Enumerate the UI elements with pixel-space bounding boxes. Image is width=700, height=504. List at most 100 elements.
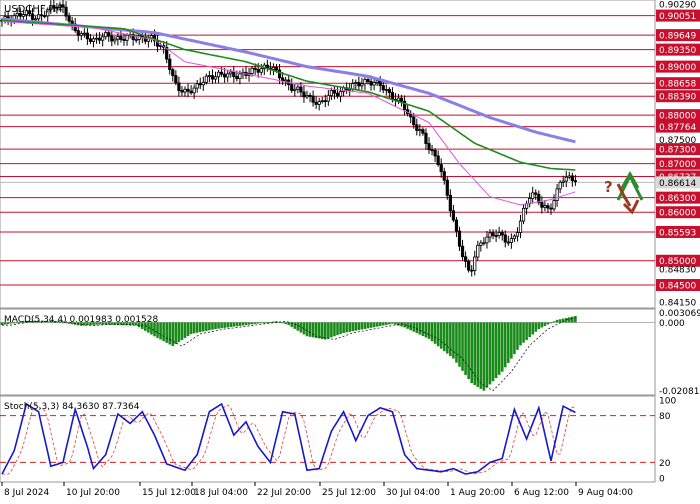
candle-body [494, 235, 498, 237]
macd-bar [555, 319, 559, 323]
macd-bar [571, 316, 574, 323]
candle-body [177, 82, 181, 91]
price-tick-label: 0.88000 [659, 112, 696, 122]
macd-bar [540, 322, 544, 328]
macd-bar [433, 322, 437, 344]
x-tick-label: 25 Jul 12:00 [322, 488, 376, 498]
candle-body [436, 155, 440, 165]
macd-bar [516, 322, 519, 350]
macd-bar [375, 322, 379, 327]
candle-body [543, 205, 547, 208]
macd-bar [351, 322, 355, 332]
macd-bar [491, 322, 495, 382]
candle-body [509, 238, 513, 243]
macd-bar [311, 322, 315, 338]
stoch-label: Stoch(5,3,3) 84.3630 87.7364 [4, 402, 140, 412]
chart-svg: 0.902900.90051 0.89649 0.89350 0.89000 0.886… [0, 0, 700, 498]
candle-body [186, 88, 190, 92]
candle-body [235, 76, 239, 79]
price-tick-label: 0.90051 [659, 12, 696, 22]
question-mark: ? [604, 178, 613, 196]
macd-bar [467, 322, 470, 380]
candle-body [363, 78, 367, 85]
candle-body [445, 179, 449, 196]
macd-bar [494, 322, 498, 379]
candle-body [540, 202, 544, 208]
macd-bar [220, 322, 223, 329]
macd-bar [177, 322, 181, 343]
candle-body [216, 71, 221, 78]
candle-body [238, 73, 242, 79]
macd-bar [552, 321, 556, 323]
candle-body [433, 150, 437, 157]
price-tick-label: 0.87764 [659, 123, 696, 133]
macd-bar [226, 322, 229, 328]
candle-body [213, 76, 218, 80]
macd-bar [235, 322, 239, 327]
macd-bar [263, 322, 266, 324]
candle-body [360, 83, 364, 87]
chart-root: 0.90290 0.90051 0.89649 0.89350 0.89000 0.886… [0, 0, 700, 500]
macd-bar [232, 322, 236, 327]
candle-body [387, 89, 391, 93]
macd-bar [345, 322, 348, 333]
macd-bar [452, 322, 455, 359]
price-tick-label: 0.89000 [659, 63, 696, 73]
macd-bar [317, 322, 321, 339]
macd-bar [400, 322, 403, 327]
macd-bar [253, 322, 257, 324]
candle-body [491, 232, 495, 236]
candle-body [134, 39, 138, 41]
macd-bar [314, 322, 318, 338]
candle-body [250, 67, 254, 74]
macd-bar [281, 322, 284, 324]
candle-body [299, 86, 303, 93]
macd-bar [564, 317, 568, 323]
macd-bar [174, 322, 178, 345]
candle-body [158, 45, 163, 47]
x-tick-label: 30 Jul 04:00 [386, 488, 440, 498]
candle-body [369, 81, 373, 86]
candle-body [119, 36, 123, 40]
macd-bar [159, 322, 162, 340]
price-tick-label: 0.90290 [659, 1, 696, 11]
macd-bar [247, 322, 251, 325]
x-tick-label: 1 Aug 20:00 [450, 488, 505, 498]
x-tick-label: 8 Jul 2024 [4, 488, 49, 498]
candle-body [70, 20, 74, 25]
x-tick-label: 15 Jul 12:00 [142, 488, 196, 498]
candle-body [415, 124, 419, 131]
candle-body [546, 205, 550, 209]
y-axis: 0.902900.90051 0.89649 0.89350 0.89000 0.886… [656, 1, 700, 485]
candle-body [326, 95, 330, 102]
candle-body [277, 69, 282, 79]
macd-bar [259, 322, 263, 324]
macd-bar [510, 322, 513, 359]
macd-bar [171, 322, 175, 347]
candle-body [88, 38, 93, 42]
macd-bar [519, 322, 522, 346]
candle-body [451, 210, 456, 221]
candle-body [37, 14, 41, 20]
macd-bar [415, 322, 419, 334]
candle-body [229, 71, 233, 75]
macd-bar [168, 322, 172, 345]
candle-body [125, 34, 129, 41]
candle-body [201, 81, 205, 86]
macd-bar [385, 322, 388, 325]
x-tick-label: 22 Jul 20:00 [257, 488, 311, 498]
candle-body [518, 220, 523, 233]
macd-tick-label: 0.000 [659, 319, 685, 329]
candle-body [497, 232, 501, 237]
candle-body [396, 97, 401, 102]
candle-body [323, 100, 327, 103]
macd-bar [205, 322, 208, 331]
macd-bar [198, 322, 202, 333]
macd-tick-label: 0.003069 [659, 309, 700, 319]
candle-body [104, 32, 108, 38]
macd-bar [446, 322, 449, 354]
candle-body [113, 38, 117, 42]
macd-bar [241, 322, 245, 326]
candle-body [110, 35, 114, 42]
macd-bar [372, 322, 376, 328]
